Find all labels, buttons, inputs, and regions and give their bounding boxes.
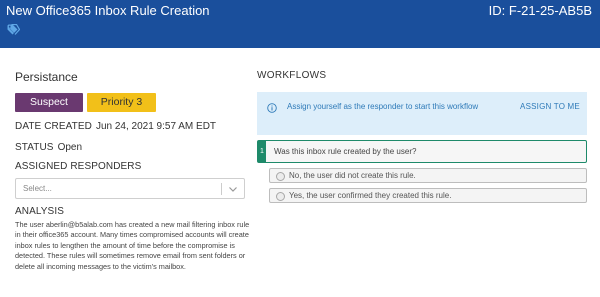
status-value: Open [57, 142, 83, 153]
date-created-value: Jun 24, 2021 9:57 AM EDT [95, 121, 217, 132]
chevron-down-icon[interactable] [228, 184, 238, 194]
badge-row: Suspect Priority 3 [15, 93, 247, 112]
case-category: Persistance [15, 70, 78, 84]
assign-to-me-button[interactable]: ASSIGN TO ME [515, 100, 585, 113]
answer-label: No, the user did not create this rule. [289, 171, 416, 180]
date-created-row: DATE CREATED Jun 24, 2021 9:57 AM EDT [15, 121, 247, 133]
status-label: STATUS [15, 142, 54, 153]
answer-label: Yes, the user confirmed they created thi… [289, 191, 452, 200]
radio-button[interactable] [276, 172, 285, 181]
question-number: 1 [258, 141, 266, 162]
app-header: New Office365 Inbox Rule Creation ID: F-… [0, 0, 600, 48]
workflow-question[interactable]: 1 Was this inbox rule created by the use… [257, 140, 587, 163]
status-row: STATUS Open [15, 142, 247, 154]
workflows-title: WORKFLOWS [257, 70, 327, 81]
answer-option-yes[interactable]: Yes, the user confirmed they created thi… [269, 188, 587, 203]
analysis-text: The user aberlin@b5alab.com has created … [15, 220, 250, 271]
workflows-panel: WORKFLOWS Assign yourself as the respond… [257, 70, 587, 203]
info-icon [267, 103, 277, 113]
info-message: Assign yourself as the responder to star… [287, 102, 479, 111]
analysis-label: ANALYSIS [15, 206, 64, 217]
answer-option-no[interactable]: No, the user did not create this rule. [269, 168, 587, 183]
assigned-responders-label: ASSIGNED RESPONDERS [15, 161, 142, 172]
responders-select[interactable]: Select... [15, 178, 245, 199]
info-banner: Assign yourself as the responder to star… [257, 92, 587, 135]
date-created-label: DATE CREATED [15, 121, 92, 132]
case-id: ID: F-21-25-AB5B [488, 3, 592, 18]
responders-placeholder: Select... [23, 184, 52, 193]
select-divider [221, 183, 222, 195]
page-title: New Office365 Inbox Rule Creation [6, 3, 210, 18]
priority-badge[interactable]: Priority 3 [87, 93, 156, 112]
tag-icon[interactable] [7, 24, 20, 35]
question-text: Was this inbox rule created by the user? [274, 147, 417, 156]
suspect-badge[interactable]: Suspect [15, 93, 83, 112]
case-details-panel: Persistance Suspect Priority 3 DATE CREA… [15, 70, 249, 272]
radio-button[interactable] [276, 192, 285, 201]
